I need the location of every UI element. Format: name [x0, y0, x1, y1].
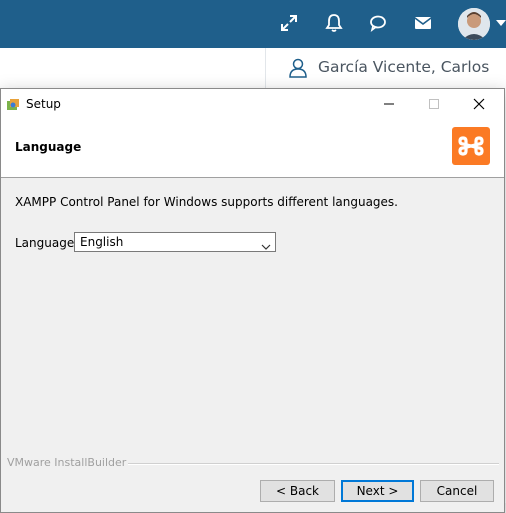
envelope-icon[interactable] [412, 12, 434, 34]
language-select[interactable]: English [74, 232, 276, 252]
page-heading: Language [15, 140, 82, 154]
cancel-button[interactable]: Cancel [420, 480, 494, 502]
description-text: XAMPP Control Panel for Windows supports… [15, 195, 398, 209]
next-button[interactable]: Next > [341, 480, 414, 502]
expand-arrows-icon[interactable] [278, 12, 300, 34]
user-bar: García Vicente, Carlos [265, 48, 506, 90]
language-select-value: English [80, 235, 124, 249]
user-name[interactable]: García Vicente, Carlos [318, 58, 489, 76]
language-label: Language [15, 236, 75, 250]
bell-icon[interactable] [323, 12, 345, 34]
user-icon [288, 58, 308, 78]
avatar[interactable] [458, 8, 490, 40]
divider [128, 463, 499, 465]
window-titlebar[interactable]: Setup [1, 89, 504, 119]
back-button[interactable]: < Back [260, 480, 335, 502]
header-panel: Language [1, 119, 504, 178]
maximize-button [411, 89, 457, 119]
installer-branding: VMware InstallBuilder [7, 456, 127, 469]
window-title: Setup [26, 97, 61, 111]
chevron-down-icon[interactable] [496, 20, 506, 26]
xampp-logo-icon [452, 127, 490, 165]
chat-bubble-icon[interactable] [367, 12, 389, 34]
close-button[interactable] [456, 89, 502, 119]
setup-app-icon [6, 97, 20, 111]
minimize-button[interactable] [366, 89, 412, 119]
setup-window: Setup Language XAMPP Control Panel for W… [0, 88, 505, 513]
chevron-down-icon [261, 237, 271, 250]
app-topbar [0, 0, 506, 48]
